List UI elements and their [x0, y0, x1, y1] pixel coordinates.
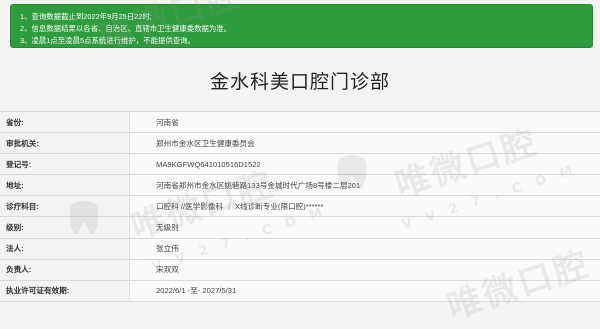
table-row-departments: 诊疗科目: 口腔科 //医学影像科 ｜ X线诊断专业(限口腔)******	[0, 196, 600, 218]
notice-line-2: 2、信息数据结果以各省、自治区、直辖市卫生健康委数据为准。	[20, 24, 232, 34]
row-value: 宋双双	[156, 265, 179, 275]
row-value: 河南省郑州市金水区姚砦路133号金城时代广场8号楼二层201	[156, 180, 361, 190]
row-label: 执业许可证有效期:	[0, 280, 130, 301]
table-row-province: 省份: 河南省	[0, 112, 600, 134]
page-title: 金水科美口腔门诊部	[209, 72, 390, 93]
row-value: 2022/6/1 -至- 2027/5/31	[156, 286, 237, 296]
row-value: 郑州市金水区卫生健康委员会	[156, 138, 255, 148]
table-row-manager: 负责人: 宋双双	[0, 259, 600, 281]
row-label: 登记号:	[0, 154, 130, 175]
row-label: 审批机关:	[0, 133, 130, 154]
row-label: 级别:	[0, 217, 130, 238]
table-row-level: 级别: 无级别	[0, 217, 600, 239]
info-table: 省份: 河南省 审批机关: 郑州市金水区卫生健康委员会 登记号: MA9KGFW…	[0, 111, 600, 302]
row-label: 负责人:	[0, 259, 130, 280]
row-value: 无级别	[156, 223, 179, 233]
row-value: 河南省	[156, 117, 179, 127]
row-value: 口腔科 //医学影像科 ｜ X线诊断专业(限口腔)******	[156, 201, 324, 211]
table-row-registration: 登记号: MA9KGFWQ641010516D1522	[0, 154, 600, 176]
row-label: 法人:	[0, 238, 130, 259]
table-row-address: 地址: 河南省郑州市金水区姚砦路133号金城时代广场8号楼二层201	[0, 175, 600, 197]
row-label: 诊疗科目:	[0, 196, 130, 217]
row-label: 地址:	[0, 175, 130, 196]
row-value: MA9KGFWQ641010516D1522	[156, 159, 261, 169]
table-row-authority: 审批机关: 郑州市金水区卫生健康委员会	[0, 133, 600, 155]
table-row-legal-person: 法人: 张立伟	[0, 238, 600, 260]
notice-banner: 1、查询数据截止到2022年9月25日22时; 2、信息数据结果以各省、自治区、…	[10, 4, 593, 48]
table-row-license-validity: 执业许可证有效期: 2022/6/1 -至- 2027/5/31	[0, 280, 600, 302]
row-value: 张立伟	[156, 244, 179, 254]
row-label: 省份:	[0, 112, 130, 133]
notice-line-1: 1、查询数据截止到2022年9月25日22时;	[20, 12, 152, 21]
notice-line-3: 3、凌晨1点至凌晨5点系统进行维护，不能提供查询。	[20, 36, 195, 46]
